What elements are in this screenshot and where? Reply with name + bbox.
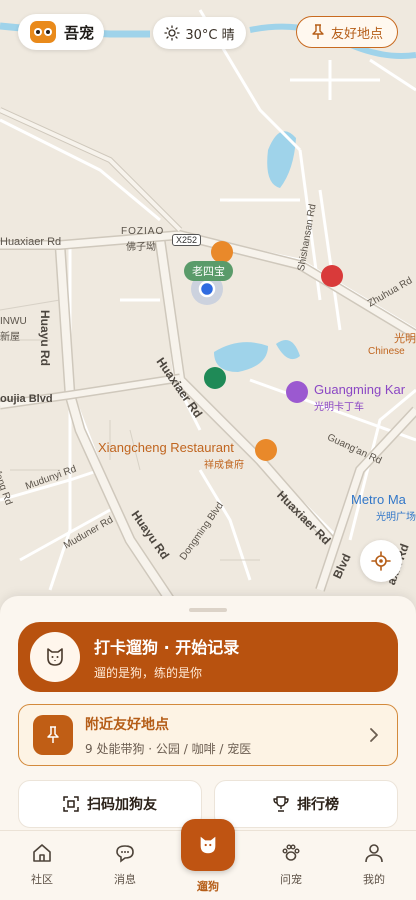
- map-label: Chinese: [368, 346, 405, 357]
- tab-me[interactable]: 我的: [344, 841, 404, 887]
- map-label: 光明: [394, 333, 416, 345]
- trophy-icon: [273, 796, 289, 812]
- nearby-friendly-places-card[interactable]: 附近友好地点 9 处能带狗 · 公园 / 咖啡 / 宠医: [18, 704, 398, 766]
- tab-label: 消息: [114, 873, 136, 886]
- pin-icon: [33, 715, 73, 755]
- map-label: Xiangcheng Restaurant: [98, 440, 234, 455]
- map-label: Metro Ma: [351, 492, 406, 507]
- tab-bar: 社区 消息 遛狗 问宠 我的: [0, 819, 416, 900]
- sheet-handle[interactable]: [189, 608, 227, 612]
- map-label: 光明广场: [376, 512, 416, 523]
- weather-text: 30°C 晴: [185, 27, 235, 43]
- bottom-sheet: 打卡遛狗 · 开始记录 遛的是狗，练的是你 附近友好地点 9 处能带狗 · 公园…: [0, 596, 416, 830]
- map-label: oujia Blvd: [0, 393, 53, 405]
- nearby-title: 附近友好地点: [85, 716, 169, 733]
- friendly-places-button[interactable]: 友好地点: [296, 16, 398, 48]
- tab-label: 社区: [31, 873, 53, 886]
- map-label: 佛子坳: [126, 242, 156, 253]
- map-label: Huaxiaer Rd: [0, 236, 62, 248]
- crosshair-icon: [371, 551, 391, 571]
- walk-subtitle: 遛的是狗，练的是你: [94, 665, 203, 680]
- map-label: 新屋: [0, 332, 20, 343]
- home-icon: [12, 841, 72, 865]
- scan-label: 扫码加狗友: [87, 797, 157, 813]
- tab-walk[interactable]: [181, 819, 235, 871]
- dog-icon: [200, 836, 216, 854]
- nearby-subtitle: 9 处能带狗 · 公园 / 咖啡 / 宠医: [85, 741, 252, 756]
- message-icon: [95, 841, 155, 865]
- rank-label: 排行榜: [297, 797, 339, 813]
- start-walk-button[interactable]: 打卡遛狗 · 开始记录 遛的是狗，练的是你: [18, 622, 398, 692]
- sun-icon: [164, 25, 181, 41]
- pin-icon: [312, 24, 324, 39]
- app-brand[interactable]: 吾宠: [18, 14, 104, 50]
- locate-button[interactable]: [360, 540, 402, 582]
- app-name: 吾宠: [64, 23, 95, 42]
- tab-ask-pet[interactable]: 问宠: [261, 841, 321, 887]
- map-label: Guangming Kar: [314, 382, 406, 397]
- dog-face-icon: [30, 632, 80, 682]
- map-label: INWU: [0, 316, 27, 327]
- tab-community[interactable]: 社区: [12, 841, 72, 887]
- person-icon: [344, 841, 404, 865]
- walk-title: 打卡遛狗 · 开始记录: [94, 637, 240, 657]
- leaderboard-button[interactable]: 排行榜: [214, 780, 398, 828]
- tab-walk-label: 遛狗: [197, 880, 219, 893]
- map-label: 光明卡丁车: [314, 402, 364, 413]
- poi-bubble[interactable]: 老四宝: [184, 261, 233, 281]
- logo-icon: [30, 21, 56, 43]
- map-label: FOZIAO: [121, 226, 165, 237]
- map-label: Huayu Rd: [38, 310, 52, 367]
- tab-label: 问宠: [280, 873, 302, 886]
- paw-icon: [261, 841, 321, 865]
- scan-icon: [63, 796, 79, 812]
- weather-chip[interactable]: 30°C 晴: [153, 17, 246, 49]
- map-label: 祥成食府: [204, 460, 244, 471]
- road-shield: X252: [172, 234, 202, 246]
- scan-add-friend-button[interactable]: 扫码加狗友: [18, 780, 202, 828]
- friendly-places-label: 友好地点: [330, 26, 383, 42]
- restaurant-pin: [211, 241, 233, 263]
- tab-messages[interactable]: 消息: [95, 841, 155, 887]
- chevron-right-icon: [370, 728, 378, 742]
- tab-label: 我的: [363, 873, 385, 886]
